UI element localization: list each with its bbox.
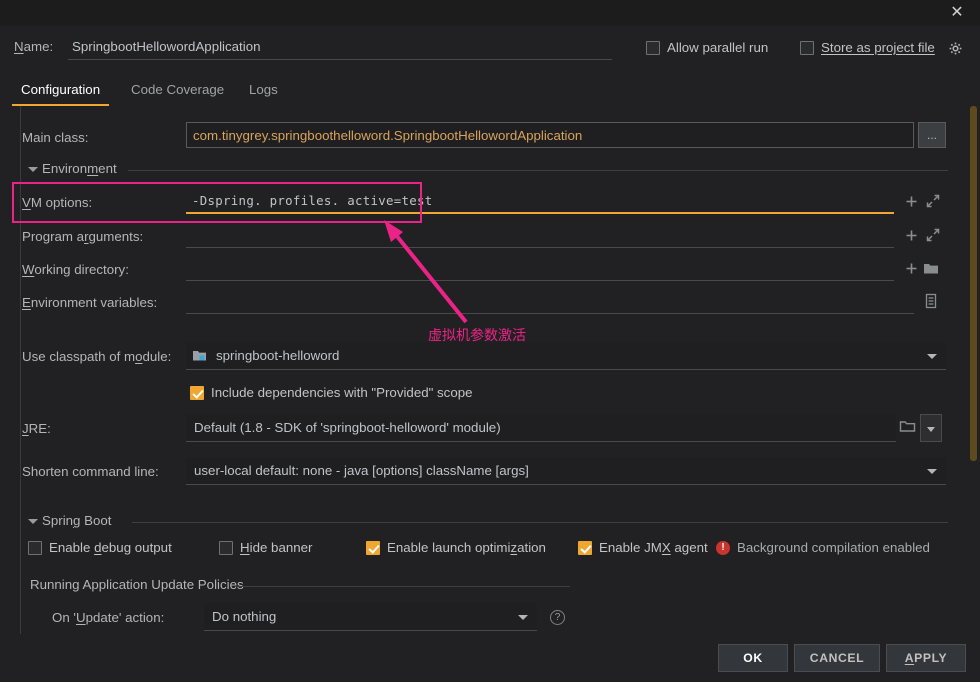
background-compilation-label: Background compilation enabled bbox=[737, 540, 930, 555]
annotation-text: 虚拟机参数激活 bbox=[428, 328, 526, 344]
apply-accel: A bbox=[904, 651, 915, 665]
environment-section-title: Environment bbox=[42, 161, 117, 176]
allow-parallel-run-checkbox[interactable]: Allow parallel run bbox=[646, 40, 768, 55]
chevron-down-icon bbox=[927, 469, 937, 474]
on-update-action-combo[interactable]: Do nothing bbox=[204, 603, 537, 631]
update-policies-title: Running Application Update Policies bbox=[30, 577, 244, 592]
jre-label: JRE: bbox=[22, 421, 51, 436]
main-class-browse-button[interactable]: ... bbox=[918, 122, 946, 148]
chevron-down-icon[interactable] bbox=[28, 167, 38, 172]
checkbox-box bbox=[646, 40, 660, 55]
working-directory-add-icon[interactable] bbox=[901, 258, 921, 278]
checkbox-box bbox=[578, 540, 592, 555]
use-classpath-combo[interactable]: springboot-helloword bbox=[186, 342, 946, 370]
checkbox-box bbox=[219, 540, 233, 555]
module-icon bbox=[192, 349, 207, 362]
warning-icon: ! bbox=[716, 540, 730, 555]
tab-logs[interactable]: Logs bbox=[240, 78, 287, 106]
name-input[interactable] bbox=[68, 34, 612, 60]
enable-jmx-agent-label: Enable JMX agent bbox=[599, 540, 708, 555]
include-provided-scope-label: Include dependencies with "Provided" sco… bbox=[211, 385, 473, 400]
use-classpath-label: Use classpath of module: bbox=[22, 349, 172, 364]
working-directory-folder-icon[interactable] bbox=[921, 258, 941, 278]
gear-icon[interactable] bbox=[948, 41, 964, 57]
shorten-command-line-label: Shorten command line: bbox=[22, 464, 159, 479]
apply-button[interactable]: A PPLY bbox=[886, 644, 966, 672]
checkbox-box bbox=[28, 540, 42, 555]
section-rule bbox=[128, 170, 948, 171]
on-update-action-label: On 'Update' action: bbox=[52, 610, 165, 625]
main-class-input[interactable]: com.tinygrey.springboothelloword.Springb… bbox=[186, 122, 914, 148]
configuration-body: Main class: com.tinygrey.springboothello… bbox=[0, 106, 980, 634]
program-arguments-add-icon[interactable] bbox=[901, 225, 921, 245]
shorten-command-line-combo[interactable]: user-local default: none - java [options… bbox=[186, 457, 946, 485]
enable-debug-output-label: Enable debug output bbox=[49, 540, 172, 555]
name-label: Name: bbox=[14, 39, 54, 54]
vm-options-expand-icon[interactable] bbox=[923, 191, 943, 211]
help-icon[interactable]: ? bbox=[550, 610, 565, 625]
tab-code-coverage[interactable]: Code Coverage bbox=[122, 78, 233, 106]
jre-folder-icon[interactable] bbox=[899, 419, 916, 437]
environment-section-header[interactable]: Environment bbox=[28, 161, 948, 179]
section-rule bbox=[235, 586, 570, 587]
jre-value: Default (1.8 - SDK of 'springboot-hellow… bbox=[194, 420, 501, 435]
allow-parallel-run-label: Allow parallel run bbox=[667, 40, 769, 55]
hide-banner-label: Hide banner bbox=[240, 540, 313, 555]
vm-options-label: VM options: bbox=[22, 195, 93, 210]
dialog-footer: OK CANCEL A PPLY bbox=[0, 634, 980, 682]
run-configuration-dialog: ✕ Name: Allow parallel run Store as proj… bbox=[0, 0, 980, 682]
environment-variables-label: Environment variables: bbox=[22, 295, 158, 310]
vm-options-add-icon[interactable] bbox=[901, 191, 921, 211]
program-arguments-label: Program arguments: bbox=[22, 229, 144, 244]
include-provided-scope-checkbox[interactable]: Include dependencies with "Provided" sco… bbox=[190, 385, 473, 400]
vm-options-input[interactable]: -Dspring. profiles. active=test bbox=[186, 188, 894, 214]
chevron-down-icon bbox=[518, 615, 528, 620]
chevron-down-icon bbox=[927, 354, 937, 359]
program-arguments-expand-icon[interactable] bbox=[923, 225, 943, 245]
working-directory-label: Working directory: bbox=[22, 262, 129, 277]
cancel-button[interactable]: CANCEL bbox=[794, 644, 880, 672]
enable-launch-optimization-checkbox[interactable]: Enable launch optimization bbox=[366, 540, 546, 555]
tab-bar: Configuration Code Coverage Logs bbox=[0, 78, 980, 106]
working-directory-input[interactable] bbox=[186, 255, 894, 281]
titlebar: ✕ bbox=[0, 0, 980, 26]
checkbox-box bbox=[366, 540, 380, 555]
store-as-project-file-label: Store as project file bbox=[821, 40, 935, 55]
vertical-scrollbar[interactable] bbox=[969, 106, 978, 634]
shorten-command-line-value: user-local default: none - java [options… bbox=[194, 463, 529, 478]
scrollbar-thumb[interactable] bbox=[970, 106, 977, 461]
jre-combo[interactable]: Default (1.8 - SDK of 'springboot-hellow… bbox=[186, 414, 896, 442]
program-arguments-input[interactable] bbox=[186, 222, 894, 248]
jre-dropdown-button[interactable] bbox=[920, 414, 942, 442]
store-as-project-file-checkbox[interactable]: Store as project file bbox=[800, 40, 935, 55]
ok-button[interactable]: OK bbox=[718, 644, 788, 672]
use-classpath-value: springboot-helloword bbox=[216, 348, 340, 363]
spring-boot-section-header[interactable]: Spring Boot bbox=[28, 513, 948, 531]
spring-boot-section-title: Spring Boot bbox=[42, 513, 112, 528]
checkbox-box bbox=[190, 385, 204, 400]
background-compilation-status: ! Background compilation enabled bbox=[716, 540, 930, 555]
enable-launch-optimization-label: Enable launch optimization bbox=[387, 540, 546, 555]
chevron-down-icon[interactable] bbox=[28, 519, 38, 524]
update-policies-section-header: Running Application Update Policies bbox=[30, 577, 570, 595]
main-class-label: Main class: bbox=[22, 130, 89, 145]
environment-variables-input[interactable] bbox=[186, 288, 914, 314]
close-icon[interactable]: ✕ bbox=[938, 0, 976, 26]
environment-variables-list-icon[interactable] bbox=[921, 291, 941, 311]
on-update-action-value: Do nothing bbox=[212, 609, 277, 624]
checkbox-box bbox=[800, 40, 814, 55]
enable-debug-output-checkbox[interactable]: Enable debug output bbox=[28, 540, 172, 555]
hide-banner-checkbox[interactable]: Hide banner bbox=[219, 540, 312, 555]
enable-jmx-agent-checkbox[interactable]: Enable JMX agent bbox=[578, 540, 708, 555]
tab-configuration[interactable]: Configuration bbox=[12, 78, 110, 106]
section-rule bbox=[132, 522, 948, 523]
